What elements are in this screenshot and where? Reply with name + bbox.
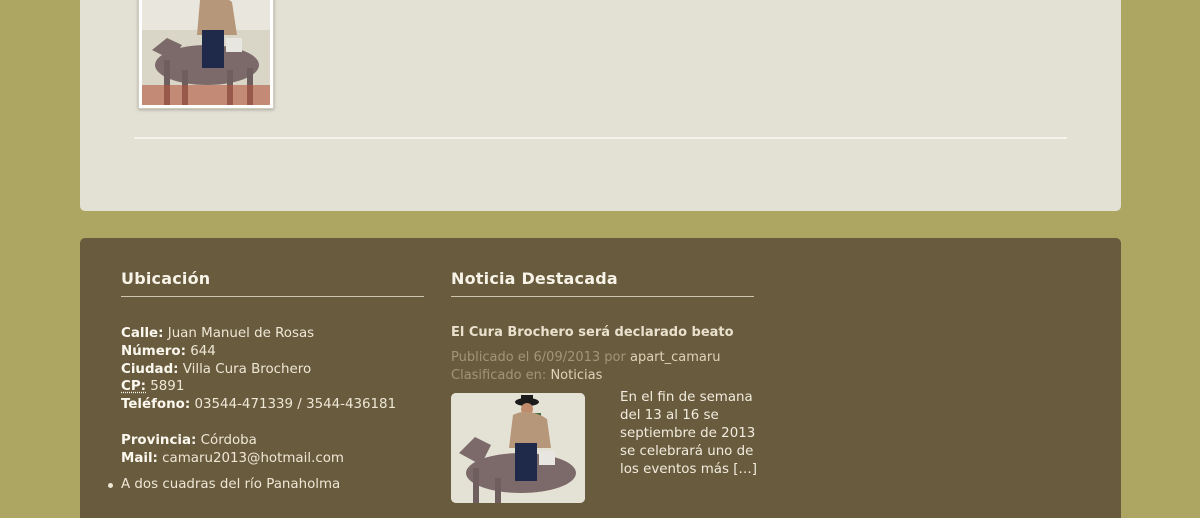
address-postal-code: CP: 5891 (121, 379, 185, 395)
featured-news-widget: Noticia Destacada El Cura Brochero será … (451, 268, 757, 509)
published-line: Publicado el 6/09/2013 por apart_camaru (451, 350, 721, 365)
post-content-box (80, 0, 1121, 211)
news-excerpt: En el fin de semana del 13 al 16 se sept… (620, 390, 758, 477)
horse-rider-image (451, 393, 585, 503)
address-city: Ciudad: Villa Cura Brochero (121, 361, 312, 377)
location-widget-title: Ubicación (121, 268, 424, 297)
address-phone: Teléfono: 03544-471339 / 3544-436181 (121, 397, 397, 413)
news-post-title-link[interactable]: El Cura Brochero será declarado beato (451, 325, 754, 340)
address-province: Provincia: Córdoba (121, 432, 257, 448)
address-number: Número: 644 (121, 343, 216, 359)
list-item: A dos cuadras del río Panaholma (108, 476, 424, 494)
content-divider (134, 137, 1067, 139)
address-mail: Mail: camaru2013@hotmail.com (121, 450, 344, 466)
news-post-body: En el fin de semana del 13 al 16 se sept… (451, 389, 757, 509)
post-image-thumbnail[interactable] (138, 0, 274, 109)
news-post-thumbnail[interactable] (451, 393, 585, 503)
horse-rider-image (142, 0, 270, 105)
location-widget: Ubicación Calle: Juan Manuel de Rosas Nú… (108, 268, 424, 494)
address-block: Calle: Juan Manuel de Rosas Número: 644 … (108, 325, 424, 494)
site-footer: Ubicación Calle: Juan Manuel de Rosas Nú… (80, 238, 1121, 518)
featured-news-title: Noticia Destacada (451, 268, 754, 297)
category-link[interactable]: Noticias (550, 368, 602, 383)
location-notes-list: A dos cuadras del río Panaholma (108, 476, 424, 494)
category-line: Clasificado en: Noticias (451, 368, 603, 383)
news-post-meta: Publicado el 6/09/2013 por apart_camaru … (451, 349, 754, 385)
author-link[interactable]: apart_camaru (630, 350, 720, 365)
address-street: Calle: Juan Manuel de Rosas (121, 326, 315, 341)
